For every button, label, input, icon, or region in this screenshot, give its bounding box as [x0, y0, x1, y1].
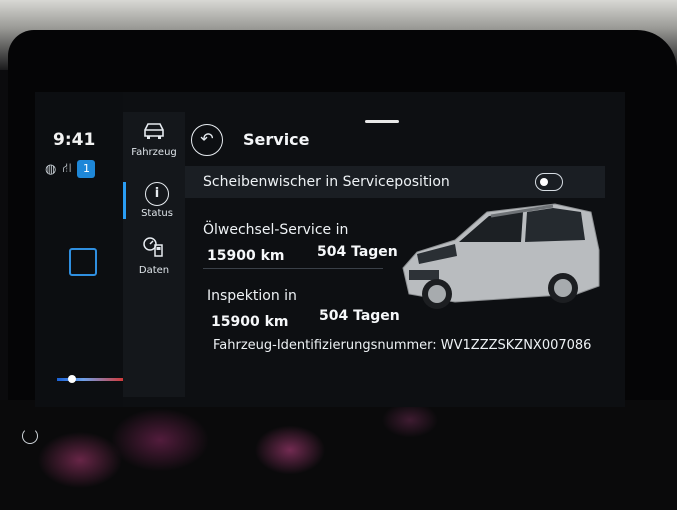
vehicle-image: [395, 190, 605, 329]
oil-service-label: Ölwechsel-Service in: [203, 222, 349, 238]
temperature-slider[interactable]: [57, 378, 123, 381]
nav-label: Status: [141, 208, 173, 219]
nav-item-fahrzeug[interactable]: Fahrzeug: [123, 120, 185, 158]
notification-badge[interactable]: 1: [77, 160, 96, 178]
wiper-toggle[interactable]: [535, 173, 563, 191]
nav-item-status[interactable]: i Status: [123, 182, 188, 219]
nav-label: Fahrzeug: [131, 147, 177, 158]
nav-item-daten[interactable]: Daten: [123, 236, 185, 276]
page-title: Service: [243, 130, 310, 149]
inspection-label: Inspektion in: [207, 288, 297, 304]
divider: [203, 268, 383, 269]
infotainment-screen: 9:41 ◍ ⛙ 1 Fahrzeug i Status Daten ↶ Ser…: [35, 92, 625, 407]
pull-down-handle[interactable]: [365, 120, 399, 123]
home-square-button[interactable]: [69, 248, 97, 276]
info-icon: i: [145, 182, 169, 206]
inspection-distance: 15900 km: [211, 314, 289, 330]
wiper-label: Scheibenwischer in Serviceposition: [203, 174, 450, 190]
fuel-data-icon: [123, 236, 185, 263]
service-page: ↶ Service Scheibenwischer in Serviceposi…: [185, 92, 625, 407]
toggle-knob: [540, 178, 548, 186]
oil-service-distance: 15900 km: [207, 248, 285, 264]
power-icon[interactable]: [22, 428, 38, 444]
status-icons: ◍ ⛙ 1: [45, 160, 96, 178]
car-icon: [123, 120, 185, 145]
nav-label: Daten: [138, 265, 170, 276]
globe-icon: ◍: [45, 161, 57, 177]
road-icon: ⛙: [62, 160, 72, 176]
back-arrow-icon: ↶: [200, 129, 214, 148]
inspection-days: 504 Tagen: [319, 308, 400, 324]
clock: 9:41: [53, 130, 96, 150]
slider-knob[interactable]: [68, 375, 76, 383]
back-button[interactable]: ↶: [191, 124, 223, 156]
oil-service-days: 504 Tagen: [317, 244, 398, 260]
ambient-lights: [0, 400, 677, 510]
side-nav: Fahrzeug i Status Daten: [123, 112, 185, 397]
vin-text: Fahrzeug-Identifizierungsnummer: WV1ZZZS…: [213, 338, 592, 353]
left-status-panel: 9:41 ◍ ⛙ 1: [35, 92, 123, 407]
